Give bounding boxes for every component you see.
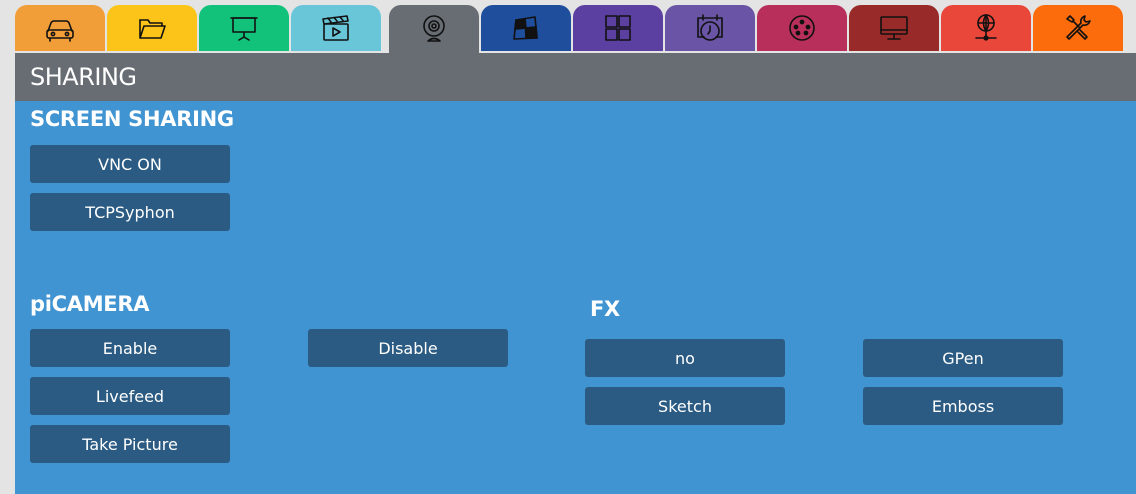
enable-button[interactable]: Enable bbox=[30, 329, 230, 367]
projector-screen-icon bbox=[230, 17, 258, 41]
clapperboard-icon bbox=[322, 15, 349, 41]
panel-header: SHARING bbox=[15, 53, 1136, 101]
tools-icon bbox=[1066, 15, 1091, 40]
fx-emboss-button[interactable]: Emboss bbox=[863, 387, 1063, 425]
monitor-icon bbox=[880, 16, 908, 40]
screen-sharing-heading: SCREEN SHARING bbox=[30, 107, 234, 131]
tab-settings[interactable] bbox=[1033, 5, 1123, 51]
tab-bar bbox=[15, 5, 1136, 53]
mapping-grid-icon bbox=[513, 16, 538, 40]
take-picture-button[interactable]: Take Picture bbox=[30, 425, 230, 463]
tab-presentation[interactable] bbox=[199, 5, 289, 51]
tab-mapping[interactable] bbox=[481, 5, 571, 51]
disable-button[interactable]: Disable bbox=[308, 329, 508, 367]
tab-dmx[interactable] bbox=[757, 5, 847, 51]
tab-network[interactable] bbox=[941, 5, 1031, 51]
folder-icon bbox=[139, 19, 166, 39]
vnc-on-button[interactable]: VNC ON bbox=[30, 145, 230, 183]
network-icon bbox=[975, 14, 997, 41]
car-icon bbox=[46, 20, 74, 42]
webcam-icon bbox=[423, 15, 445, 42]
tab-grid[interactable] bbox=[573, 5, 663, 51]
grid-icon bbox=[605, 15, 631, 41]
fx-no-button[interactable]: no bbox=[585, 339, 785, 377]
fx-gpen-button[interactable]: GPen bbox=[863, 339, 1063, 377]
dmx-connector-icon bbox=[789, 15, 815, 41]
tab-folder[interactable] bbox=[107, 5, 197, 51]
tab-video[interactable] bbox=[291, 5, 381, 51]
picamera-heading: piCAMERA bbox=[30, 292, 150, 316]
tab-car[interactable] bbox=[15, 5, 105, 51]
calendar-clock-icon bbox=[697, 14, 723, 41]
tcpsyphon-button[interactable]: TCPSyphon bbox=[30, 193, 230, 231]
sharing-panel: SHARING SCREEN SHARING VNC ON TCPSyphon … bbox=[15, 53, 1136, 494]
tab-webcam[interactable] bbox=[389, 5, 479, 53]
fx-sketch-button[interactable]: Sketch bbox=[585, 387, 785, 425]
tab-display[interactable] bbox=[849, 5, 939, 51]
fx-heading: FX bbox=[590, 297, 620, 321]
livefeed-button[interactable]: Livefeed bbox=[30, 377, 230, 415]
page-title: SHARING bbox=[30, 63, 137, 91]
tab-schedule[interactable] bbox=[665, 5, 755, 51]
